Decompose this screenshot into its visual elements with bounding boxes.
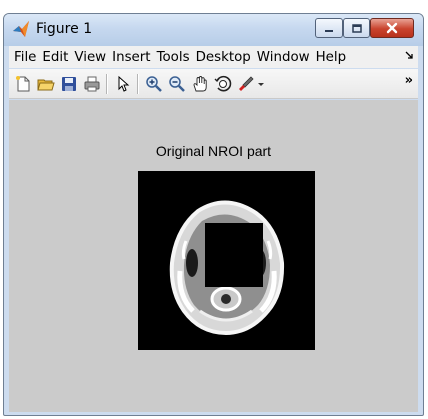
edit-plot-icon[interactable]	[113, 74, 133, 94]
menu-overflow-icon[interactable]	[405, 50, 414, 63]
window-title: Figure 1	[36, 21, 93, 37]
new-figure-icon[interactable]	[13, 74, 33, 94]
zoom-out-icon[interactable]	[167, 74, 187, 94]
rotate-3d-icon[interactable]	[213, 74, 233, 94]
zoom-in-icon[interactable]	[144, 74, 164, 94]
figure-window: Figure 1 File Edit View Insert Tools Des…	[3, 13, 424, 416]
brush-dropdown-chevron-icon[interactable]	[256, 74, 266, 94]
open-file-icon[interactable]	[36, 74, 56, 94]
image-axes[interactable]	[138, 171, 315, 350]
menu-file[interactable]: File	[9, 50, 39, 65]
toolbar-overflow-icon[interactable]: »	[405, 73, 413, 88]
ct-scan-image	[138, 171, 315, 350]
menu-window[interactable]: Window	[254, 50, 313, 65]
menu-tools[interactable]: Tools	[154, 50, 193, 65]
menu-edit[interactable]: Edit	[39, 50, 71, 65]
pan-icon[interactable]	[190, 74, 210, 94]
save-icon[interactable]	[59, 74, 79, 94]
data-cursor-brush-icon[interactable]	[236, 74, 256, 94]
toolbar: »	[9, 69, 418, 99]
maximize-icon	[351, 19, 363, 38]
minimize-icon	[323, 19, 335, 38]
close-icon	[385, 19, 399, 38]
menu-help[interactable]: Help	[313, 50, 350, 65]
minimize-button[interactable]	[315, 18, 343, 38]
title-bar[interactable]: Figure 1	[4, 14, 423, 46]
matlab-icon	[12, 20, 30, 38]
menu-insert[interactable]: Insert	[109, 50, 153, 65]
toolbar-separator	[106, 74, 108, 94]
menu-desktop[interactable]: Desktop	[193, 50, 254, 65]
toolbar-separator	[137, 74, 139, 94]
maximize-button[interactable]	[343, 18, 370, 38]
axes-title: Original NROI part	[155, 143, 272, 159]
menu-bar: File Edit View Insert Tools Desktop Wind…	[9, 46, 418, 68]
figure-canvas: Original NROI part	[9, 100, 418, 412]
print-icon[interactable]	[82, 74, 102, 94]
menu-view[interactable]: View	[71, 50, 109, 65]
close-button[interactable]	[370, 18, 414, 38]
